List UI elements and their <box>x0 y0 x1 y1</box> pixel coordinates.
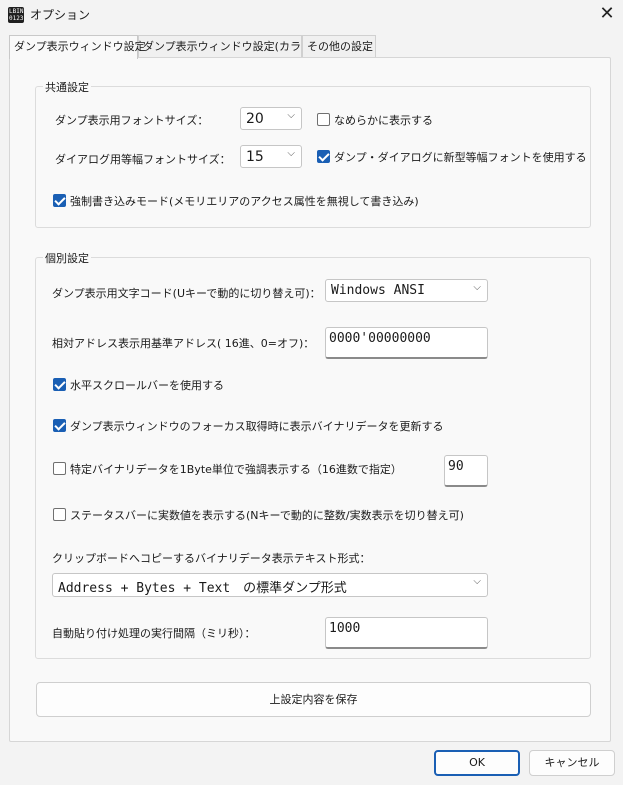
highlight-value-input[interactable]: 90 <box>444 455 488 487</box>
chevron-down-icon: ⌵ <box>473 576 481 587</box>
autopaste-interval-input[interactable]: 1000 <box>325 617 488 649</box>
highlight-checkbox[interactable] <box>53 462 66 475</box>
charcode-label: ダンプ表示用文字コード(Uキーで動的に切り替え可)： <box>52 287 321 300</box>
smooth-display-label: なめらかに表示する <box>334 114 433 127</box>
common-settings-title: 共通設定 <box>43 79 91 95</box>
statusbar-real-checkbox[interactable] <box>53 508 66 521</box>
smooth-display-checkbox[interactable] <box>317 113 330 126</box>
tab-dump-window-settings[interactable]: ダンプ表示ウィンドウ設定 <box>9 35 146 59</box>
close-icon[interactable]: ✕ <box>596 3 618 25</box>
highlight-label: 特定バイナリデータを1Byte単位で強調表示する（16進数で指定） <box>70 463 402 476</box>
window-title: オプション <box>30 8 91 22</box>
dialog-font-size-select[interactable]: 15 ⌵ <box>240 145 302 168</box>
statusbar-real-label: ステータスバーに実数値を表示する(Nキーで動的に整数/実数表示を切り替え可) <box>70 509 464 522</box>
base-address-label: 相対アドレス表示用基準アドレス( 16進、0=オフ)： <box>52 337 315 350</box>
force-write-label: 強制書き込みモード(メモリエリアのアクセス属性を無視して書き込み) <box>70 195 419 208</box>
ok-button[interactable]: OK <box>434 750 520 776</box>
autopaste-interval-label: 自動貼り付け処理の実行間隔（ミリ秒）： <box>52 627 256 640</box>
app-icon: LBIN 0123 <box>8 7 24 23</box>
chevron-down-icon: ⌵ <box>287 110 295 121</box>
font-size-select[interactable]: 20 ⌵ <box>240 107 302 130</box>
charcode-select[interactable]: Windows ANSI ⌵ <box>325 279 488 302</box>
new-font-label: ダンプ・ダイアログに新型等幅フォントを使用する <box>334 151 587 164</box>
dialog-font-size-label: ダイアログ用等幅フォントサイズ： <box>55 153 231 166</box>
individual-settings-title: 個別設定 <box>43 250 91 266</box>
hscroll-checkbox[interactable] <box>53 378 66 391</box>
force-write-checkbox[interactable] <box>53 194 66 207</box>
tab-other-settings[interactable]: その他の設定 <box>302 35 376 58</box>
focus-update-checkbox[interactable] <box>53 419 66 432</box>
chevron-down-icon: ⌵ <box>473 282 481 293</box>
individual-settings-group <box>35 257 591 659</box>
new-font-checkbox[interactable] <box>317 150 330 163</box>
font-size-label: ダンプ表示用フォントサイズ： <box>55 114 209 127</box>
hscroll-label: 水平スクロールバーを使用する <box>70 379 224 392</box>
title-bar <box>0 0 623 30</box>
chevron-down-icon: ⌵ <box>287 148 295 159</box>
tab-dump-window-color[interactable]: ダンプ表示ウィンドウ設定(カラー) <box>138 35 316 58</box>
focus-update-label: ダンプ表示ウィンドウのフォーカス取得時に表示バイナリデータを更新する <box>70 420 444 433</box>
clipboard-format-select[interactable]: Address + Bytes + Text の標準ダンプ形式 ⌵ <box>52 573 488 597</box>
base-address-input[interactable]: 0000'00000000 <box>325 327 488 359</box>
save-settings-button[interactable]: 上設定内容を保存 <box>36 682 591 717</box>
cancel-button[interactable]: キャンセル <box>529 750 615 776</box>
clipboard-format-label: クリップボードへコピーするバイナリデータ表示テキスト形式： <box>52 552 371 565</box>
